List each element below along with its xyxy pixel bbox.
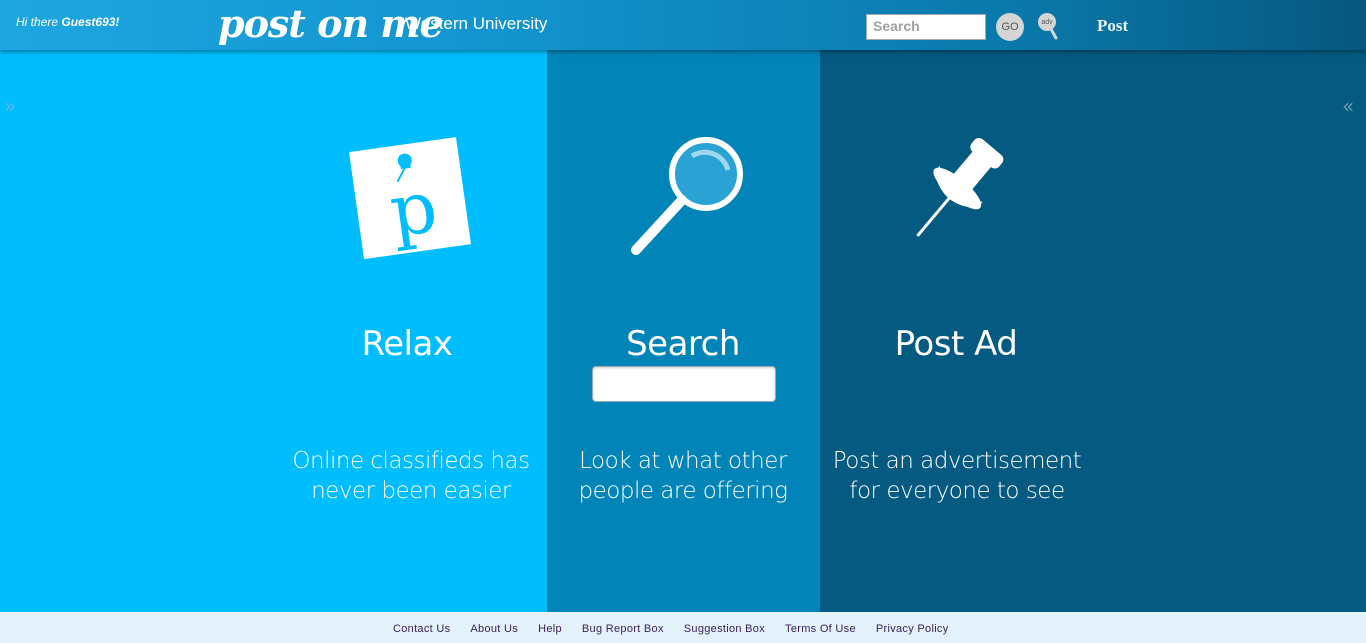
top-header: Hi there Guest693! post on me Western Un… [0,0,1366,50]
relax-description: Online classifieds has never been easier [281,446,541,506]
relax-desc-line1: Online classifieds has [292,448,530,474]
footer-link-suggestion[interactable]: Suggestion Box [684,623,765,635]
post-link[interactable]: Post [1097,16,1128,36]
relax-desc-line2: never been easier [311,478,511,504]
search-desc-line2: people are offering [578,478,788,504]
expand-left-arrow[interactable]: » [4,94,16,118]
footer-link-about[interactable]: About Us [470,623,518,635]
footer-link-help[interactable]: Help [538,623,562,635]
advanced-search-icon: adv [1038,13,1058,40]
main-search-input[interactable] [592,366,776,402]
greeting-prefix: Hi there [16,15,59,29]
post-ad-title: Post Ad [894,324,1018,364]
main-content: » « p Relax Search Post Ad Online classi… [0,50,1366,612]
username: Guest693! [61,15,120,29]
post-ad-desc-line1: Post an advertisement [832,448,1082,474]
expand-right-arrow[interactable]: « [1342,94,1354,118]
university-name: Western University [405,14,548,33]
header-search-input[interactable]: Search [866,14,986,40]
footer-link-privacy[interactable]: Privacy Policy [876,623,949,635]
relax-title: Relax [361,324,453,364]
pushpin-icon [900,130,1012,264]
post-ad-desc-line2: for everyone to see [849,478,1065,504]
magnifier-icon [622,130,752,266]
search-desc-line1: Look at what other [579,448,787,474]
footer-links: Contact Us About Us Help Bug Report Box … [393,623,969,635]
svg-text:adv: adv [1041,19,1053,26]
footer-link-bug-report[interactable]: Bug Report Box [582,623,664,635]
go-button[interactable]: GO [996,13,1024,41]
search-title: Search [626,324,740,364]
footer-link-terms[interactable]: Terms Of Use [785,623,856,635]
advanced-search-button[interactable]: adv [1036,12,1060,42]
post-ad-description: Post an advertisement for everyone to se… [827,446,1087,506]
footer-link-contact[interactable]: Contact Us [393,623,450,635]
greeting: Hi there Guest693! [16,15,119,29]
p-pin-note-icon: p [348,136,474,264]
search-description: Look at what other people are offering [553,446,813,506]
footer: Contact Us About Us Help Bug Report Box … [0,612,1366,643]
